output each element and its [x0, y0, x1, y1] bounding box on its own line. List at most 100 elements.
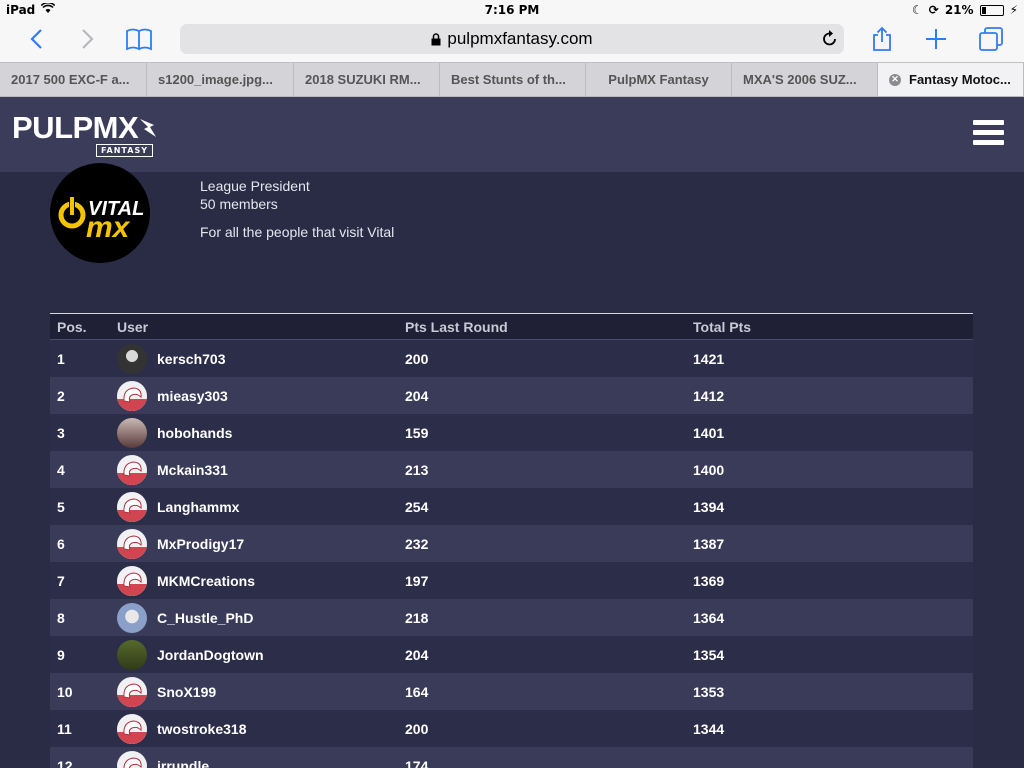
row-total: 1401	[693, 424, 725, 441]
row-user[interactable]: twostroke318	[117, 713, 405, 744]
avatar	[117, 565, 147, 596]
vital-mx-logo: VITAL mx	[58, 197, 144, 244]
table-row[interactable]: 6 MxProdigy17 232 1387	[50, 525, 973, 562]
row-total: 1400	[693, 461, 725, 478]
row-pos: 10	[57, 683, 73, 700]
url-text: pulpmxfantasy.com	[447, 29, 593, 48]
tab-6[interactable]: MXA'S 2006 SUZ...	[732, 63, 878, 96]
username[interactable]: C_Hustle_PhD	[157, 610, 253, 626]
share-icon	[873, 26, 891, 51]
avatar	[117, 639, 147, 670]
league-description: For all the people that visit Vital	[200, 224, 395, 240]
table-row[interactable]: 1 kersch703 200 1421	[50, 340, 973, 377]
row-user[interactable]: kersch703	[117, 343, 405, 374]
row-total: 1421	[693, 350, 725, 367]
avatar	[117, 602, 147, 633]
username[interactable]: jrrundle	[157, 758, 209, 768]
url-bar[interactable]: pulpmxfantasy.com	[180, 24, 844, 54]
table-row[interactable]: 3 hobohands 159 1401	[50, 414, 973, 451]
table-body: 1 kersch703 200 1421 2 mieasy303 204 1412 3 hoboh…	[50, 340, 973, 768]
battery-percent: 21%	[944, 3, 974, 17]
row-user[interactable]: hobohands	[117, 417, 405, 448]
row-pos: 12	[57, 757, 73, 768]
username[interactable]: mieasy303	[157, 388, 228, 404]
avatar	[117, 343, 147, 374]
row-pos: 4	[57, 461, 65, 478]
row-user[interactable]: mieasy303	[117, 380, 405, 411]
row-user[interactable]: JordanDogtown	[117, 639, 405, 670]
username[interactable]: twostroke318	[157, 721, 246, 737]
site-logo[interactable]: PULPMX FANTASY	[12, 110, 160, 157]
site-header: PULPMX FANTASY	[0, 97, 1024, 172]
browser-toolbar: pulpmxfantasy.com	[0, 20, 1024, 62]
row-pts-last: 200	[405, 720, 429, 737]
header-pts-last: Pts Last Round	[405, 318, 508, 335]
header-pos: Pos.	[57, 318, 87, 335]
tab-label: MXA'S 2006 SUZ...	[743, 72, 857, 87]
close-tab-icon[interactable]: ✕	[889, 73, 901, 86]
row-pts-last: 232	[405, 535, 429, 552]
back-button[interactable]	[18, 24, 54, 54]
status-time: 7:16 PM	[484, 3, 540, 17]
tab-7-active[interactable]: ✕ Fantasy Motoc...	[878, 63, 1024, 96]
row-user[interactable]: SnoX199	[117, 676, 405, 707]
tab-1[interactable]: 2017 500 EXC-F a...	[0, 63, 147, 96]
row-user[interactable]: MKMCreations	[117, 565, 405, 596]
battery-icon	[979, 4, 1004, 16]
avatar	[117, 750, 147, 768]
table-row[interactable]: 4 Mckain331 213 1400	[50, 451, 973, 488]
username[interactable]: MKMCreations	[157, 573, 255, 589]
book-icon	[126, 28, 152, 51]
row-user[interactable]: C_Hustle_PhD	[117, 602, 405, 633]
logo-text: PULPMX	[12, 110, 139, 145]
tab-5[interactable]: PulpMX Fantasy	[586, 63, 732, 96]
username[interactable]: SnoX199	[157, 684, 216, 700]
tab-label: Fantasy Motoc...	[909, 72, 1011, 87]
status-right: ☾ ⟳ 21% ⚡	[912, 3, 1018, 17]
table-row[interactable]: 8 C_Hustle_PhD 218 1364	[50, 599, 973, 636]
table-header: Pos. User Pts Last Round Total Pts	[50, 314, 973, 340]
table-row[interactable]: 2 mieasy303 204 1412	[50, 377, 973, 414]
reload-button[interactable]	[822, 29, 838, 52]
hamburger-line	[973, 120, 1004, 125]
table-row[interactable]: 5 Langhammx 254 1394	[50, 488, 973, 525]
bookmarks-button[interactable]	[121, 24, 157, 54]
username[interactable]: hobohands	[157, 425, 232, 441]
username[interactable]: kersch703	[157, 351, 226, 367]
avatar	[117, 454, 147, 485]
table-row[interactable]: 7 MKMCreations 197 1369	[50, 562, 973, 599]
row-user[interactable]: MxProdigy17	[117, 528, 405, 559]
menu-button[interactable]	[973, 120, 1004, 145]
row-total: 1387	[693, 535, 725, 552]
table-row[interactable]: 11 twostroke318 200 1344	[50, 710, 973, 747]
rotation-lock-icon: ⟳	[928, 3, 939, 17]
tab-label: 2017 500 EXC-F a...	[11, 72, 130, 87]
row-user[interactable]: Langhammx	[117, 491, 405, 522]
league-logo: VITAL mx	[50, 163, 150, 263]
row-user[interactable]: Mckain331	[117, 454, 405, 485]
row-pos: 5	[57, 498, 65, 515]
tab-label: Best Stunts of th...	[451, 72, 566, 87]
username[interactable]: Langhammx	[157, 499, 239, 515]
charging-icon: ⚡	[1009, 3, 1018, 17]
tab-4[interactable]: Best Stunts of th...	[440, 63, 586, 96]
forward-button[interactable]	[70, 24, 106, 54]
avatar	[117, 417, 147, 448]
username[interactable]: JordanDogtown	[157, 647, 264, 663]
tab-3[interactable]: 2018 SUZUKI RM...	[294, 63, 440, 96]
row-pts-last: 200	[405, 350, 429, 367]
logo-subtext: FANTASY	[96, 144, 154, 157]
username[interactable]: MxProdigy17	[157, 536, 244, 552]
row-user[interactable]: jrrundle	[117, 750, 405, 768]
table-row[interactable]: 10 SnoX199 164 1353	[50, 673, 973, 710]
tabs-button[interactable]	[973, 24, 1009, 54]
new-tab-button[interactable]	[918, 24, 954, 54]
league-president[interactable]: League President	[200, 177, 394, 195]
avatar	[117, 713, 147, 744]
table-row[interactable]: 9 JordanDogtown 204 1354	[50, 636, 973, 673]
share-button[interactable]	[864, 24, 900, 54]
avatar	[117, 528, 147, 559]
table-row[interactable]: 12 jrrundle 174	[50, 747, 973, 768]
tab-2[interactable]: s1200_image.jpg...	[147, 63, 294, 96]
username[interactable]: Mckain331	[157, 462, 228, 478]
